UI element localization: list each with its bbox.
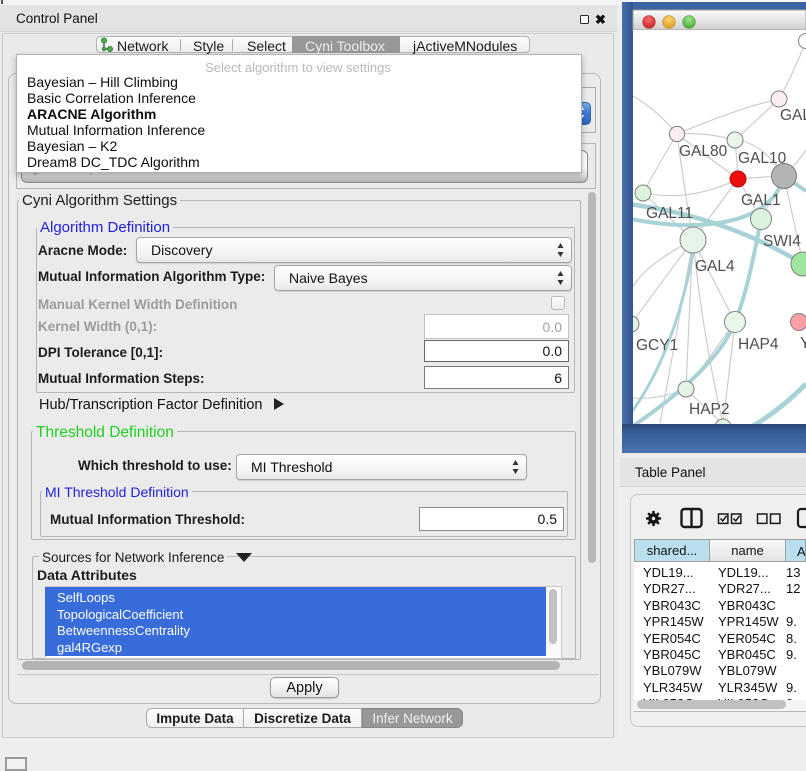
svg-text:HAP4: HAP4 [738, 336, 779, 353]
svg-text:GAL10: GAL10 [738, 150, 787, 167]
svg-text:GAL11: GAL11 [646, 205, 693, 222]
svg-text:GAL1: GAL1 [741, 192, 781, 209]
svg-text:GCY1: GCY1 [636, 337, 678, 354]
svg-text:GAL8: GAL8 [780, 107, 806, 124]
svg-text:GAL80: GAL80 [679, 143, 728, 160]
svg-text:Y: Y [800, 335, 806, 352]
svg-text:HAP2: HAP2 [689, 401, 730, 418]
svg-text:GAL4: GAL4 [695, 258, 735, 275]
svg-text:SWI4: SWI4 [763, 233, 801, 250]
